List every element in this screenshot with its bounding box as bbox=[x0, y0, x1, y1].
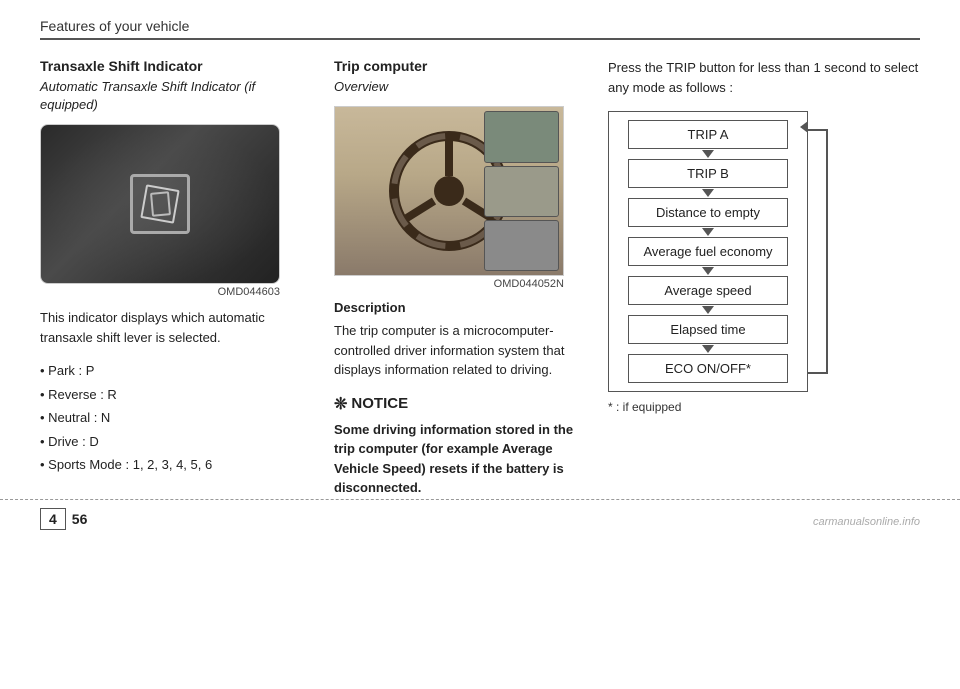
press-instructions: Press the TRIP button for less than 1 se… bbox=[608, 58, 920, 97]
arrow-2 bbox=[702, 189, 714, 197]
transaxle-description: This indicator displays which automatic … bbox=[40, 308, 310, 347]
notice-box: ❊ NOTICE Some driving information stored… bbox=[334, 394, 584, 498]
transaxle-title: Transaxle Shift Indicator bbox=[40, 58, 310, 74]
return-line-top bbox=[808, 129, 828, 131]
return-line bbox=[826, 129, 828, 374]
flow-item-trip-a: TRIP A bbox=[609, 120, 807, 159]
main-content: Transaxle Shift Indicator Automatic Tran… bbox=[40, 58, 920, 498]
flow-item-distance: Distance to empty bbox=[609, 198, 807, 237]
flow-box-fuel: Average fuel economy bbox=[628, 237, 788, 266]
description-label: Description bbox=[334, 300, 584, 315]
arrow-5 bbox=[702, 306, 714, 314]
flow-box-trip-a: TRIP A bbox=[628, 120, 788, 149]
trip-computer-image bbox=[334, 106, 564, 276]
page-footer: 4 56 carmanualsonline.info bbox=[0, 499, 960, 538]
flow-box-speed: Average speed bbox=[628, 276, 788, 305]
page-header: Features of your vehicle bbox=[40, 18, 920, 40]
right-column: Press the TRIP button for less than 1 se… bbox=[608, 58, 920, 498]
flow-item-trip-b: TRIP B bbox=[609, 159, 807, 198]
return-arrow-head bbox=[800, 121, 808, 133]
flow-box-elapsed: Elapsed time bbox=[628, 315, 788, 344]
list-item: Reverse : R bbox=[40, 383, 310, 406]
return-line-bottom bbox=[808, 372, 828, 374]
flow-box-eco: ECO ON/OFF* bbox=[628, 354, 788, 383]
list-item: Park : P bbox=[40, 359, 310, 382]
trip-description: The trip computer is a microcomputer-con… bbox=[334, 321, 584, 380]
arrow-3 bbox=[702, 228, 714, 236]
watermark: carmanualsonline.info bbox=[813, 516, 920, 528]
footer-left: 4 56 bbox=[40, 508, 87, 530]
list-item: Sports Mode : 1, 2, 3, 4, 5, 6 bbox=[40, 453, 310, 476]
list-item: Neutral : N bbox=[40, 406, 310, 429]
flowchart-wrapper: TRIP A TRIP B Distance to empty bbox=[608, 111, 808, 392]
trip-image-caption: OMD044052N bbox=[334, 278, 564, 290]
notice-title-text: NOTICE bbox=[351, 395, 408, 412]
arrow-6 bbox=[702, 345, 714, 353]
flow-item-elapsed: Elapsed time bbox=[609, 315, 807, 354]
arrow-4 bbox=[702, 267, 714, 275]
notice-text: Some driving information stored in the t… bbox=[334, 420, 584, 498]
footer-page-number: 56 bbox=[72, 511, 88, 527]
notice-title: ❊ NOTICE bbox=[334, 394, 584, 414]
transaxle-image bbox=[40, 124, 280, 284]
page-container: Features of your vehicle Transaxle Shift… bbox=[0, 0, 960, 538]
flow-box-distance: Distance to empty bbox=[628, 198, 788, 227]
footer-section: 4 bbox=[40, 508, 66, 530]
transaxle-subtitle: Automatic Transaxle Shift Indicator (if … bbox=[40, 78, 310, 114]
middle-column: Trip computer Overview bbox=[334, 58, 584, 498]
flow-item-fuel: Average fuel economy bbox=[609, 237, 807, 276]
notice-symbol: ❊ bbox=[334, 394, 347, 414]
flowchart: TRIP A TRIP B Distance to empty bbox=[608, 111, 808, 392]
list-item: Drive : D bbox=[40, 430, 310, 453]
flow-item-speed: Average speed bbox=[609, 276, 807, 315]
left-column: Transaxle Shift Indicator Automatic Tran… bbox=[40, 58, 310, 498]
flow-box-trip-b: TRIP B bbox=[628, 159, 788, 188]
bullet-list: Park : P Reverse : R Neutral : N Drive :… bbox=[40, 359, 310, 476]
transaxle-image-caption: OMD044603 bbox=[40, 286, 280, 298]
flowchart-footnote: * : if equipped bbox=[608, 400, 920, 414]
arrow-1 bbox=[702, 150, 714, 158]
trip-computer-title: Trip computer bbox=[334, 58, 584, 74]
shift-icon bbox=[130, 174, 190, 234]
trip-overview-subtitle: Overview bbox=[334, 78, 584, 96]
flow-item-eco: ECO ON/OFF* bbox=[609, 354, 807, 383]
page-title: Features of your vehicle bbox=[40, 18, 189, 34]
